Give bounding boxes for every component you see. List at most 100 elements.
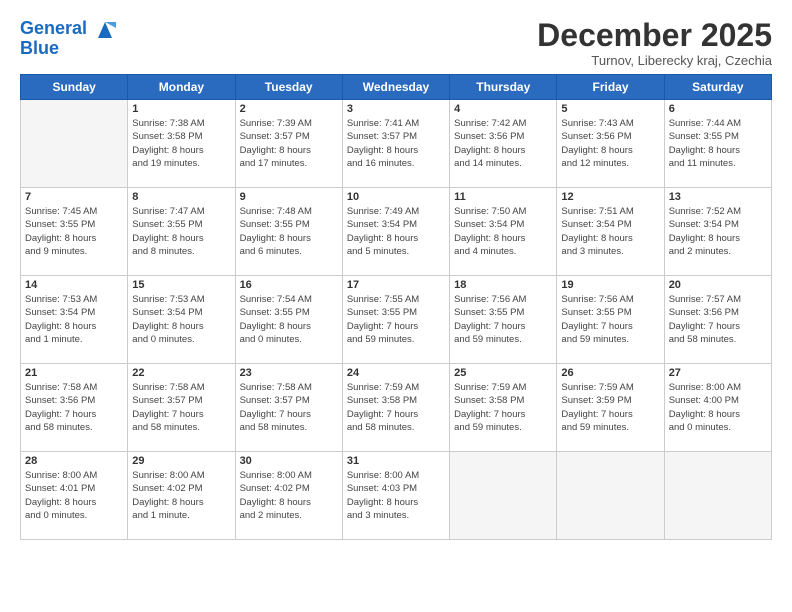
logo-text: General — [20, 18, 116, 39]
day-number: 15 — [132, 279, 230, 291]
day-number: 12 — [561, 191, 659, 203]
day-number: 24 — [347, 367, 445, 379]
calendar-cell: 11 Sunrise: 7:50 AMSunset: 3:54 PMDayligh… — [450, 188, 557, 276]
day-number: 1 — [132, 103, 230, 115]
day-header-monday: Monday — [128, 75, 235, 100]
calendar-cell: 27 Sunrise: 8:00 AMSunset: 4:00 PMDayligh… — [664, 364, 771, 452]
day-number: 2 — [240, 103, 338, 115]
day-number: 13 — [669, 191, 767, 203]
cell-details: Sunrise: 7:47 AMSunset: 3:55 PMDaylight:… — [132, 205, 230, 258]
day-header-friday: Friday — [557, 75, 664, 100]
calendar-cell: 15 Sunrise: 7:53 AMSunset: 3:54 PMDayligh… — [128, 276, 235, 364]
cell-details: Sunrise: 7:53 AMSunset: 3:54 PMDaylight:… — [25, 293, 123, 346]
cell-details: Sunrise: 7:43 AMSunset: 3:56 PMDaylight:… — [561, 117, 659, 170]
day-number: 4 — [454, 103, 552, 115]
title-block: December 2025 Turnov, Liberecky kraj, Cz… — [537, 18, 772, 68]
cell-details: Sunrise: 7:39 AMSunset: 3:57 PMDaylight:… — [240, 117, 338, 170]
day-header-tuesday: Tuesday — [235, 75, 342, 100]
day-number: 21 — [25, 367, 123, 379]
day-number: 3 — [347, 103, 445, 115]
cell-details: Sunrise: 7:42 AMSunset: 3:56 PMDaylight:… — [454, 117, 552, 170]
cell-details: Sunrise: 7:58 AMSunset: 3:57 PMDaylight:… — [240, 381, 338, 434]
calendar-cell: 9 Sunrise: 7:48 AMSunset: 3:55 PMDaylight… — [235, 188, 342, 276]
calendar-cell: 8 Sunrise: 7:47 AMSunset: 3:55 PMDaylight… — [128, 188, 235, 276]
day-number: 8 — [132, 191, 230, 203]
day-number: 30 — [240, 455, 338, 467]
calendar-cell: 25Sunrise: 7:59 AMSunset: 3:58 PMDayligh… — [450, 364, 557, 452]
calendar-cell: 13 Sunrise: 7:52 AMSunset: 3:54 PMDayligh… — [664, 188, 771, 276]
day-number: 11 — [454, 191, 552, 203]
location-subtitle: Turnov, Liberecky kraj, Czechia — [537, 53, 772, 68]
logo-subtext: Blue — [20, 39, 116, 59]
cell-details: Sunrise: 7:55 AMSunset: 3:55 PMDaylight:… — [347, 293, 445, 346]
day-number: 20 — [669, 279, 767, 291]
calendar-cell: 21Sunrise: 7:58 AMSunset: 3:56 PMDayligh… — [21, 364, 128, 452]
day-number: 14 — [25, 279, 123, 291]
cell-details: Sunrise: 7:57 AMSunset: 3:56 PMDaylight:… — [669, 293, 767, 346]
cell-details: Sunrise: 8:00 AMSunset: 4:03 PMDaylight:… — [347, 469, 445, 522]
calendar-cell: 19Sunrise: 7:56 AMSunset: 3:55 PMDayligh… — [557, 276, 664, 364]
cell-details: Sunrise: 7:52 AMSunset: 3:54 PMDaylight:… — [669, 205, 767, 258]
day-number: 17 — [347, 279, 445, 291]
calendar-cell: 4 Sunrise: 7:42 AMSunset: 3:56 PMDaylight… — [450, 100, 557, 188]
cell-details: Sunrise: 8:00 AMSunset: 4:02 PMDaylight:… — [132, 469, 230, 522]
calendar-cell: 29 Sunrise: 8:00 AMSunset: 4:02 PMDayligh… — [128, 452, 235, 540]
calendar-cell: 22 Sunrise: 7:58 AMSunset: 3:57 PMDayligh… — [128, 364, 235, 452]
calendar-cell: 30Sunrise: 8:00 AMSunset: 4:02 PMDayligh… — [235, 452, 342, 540]
calendar-cell: 31Sunrise: 8:00 AMSunset: 4:03 PMDayligh… — [342, 452, 449, 540]
cell-details: Sunrise: 7:38 AMSunset: 3:58 PMDaylight:… — [132, 117, 230, 170]
calendar-cell: 24 Sunrise: 7:59 AMSunset: 3:58 PMDayligh… — [342, 364, 449, 452]
calendar-cell: 28Sunrise: 8:00 AMSunset: 4:01 PMDayligh… — [21, 452, 128, 540]
logo-icon — [94, 20, 116, 38]
cell-details: Sunrise: 7:56 AMSunset: 3:55 PMDaylight:… — [561, 293, 659, 346]
month-title: December 2025 — [537, 18, 772, 53]
day-number: 18 — [454, 279, 552, 291]
cell-details: Sunrise: 7:51 AMSunset: 3:54 PMDaylight:… — [561, 205, 659, 258]
calendar-cell: 16Sunrise: 7:54 AMSunset: 3:55 PMDayligh… — [235, 276, 342, 364]
cell-details: Sunrise: 7:45 AMSunset: 3:55 PMDaylight:… — [25, 205, 123, 258]
calendar-cell: 20 Sunrise: 7:57 AMSunset: 3:56 PMDayligh… — [664, 276, 771, 364]
cell-details: Sunrise: 7:56 AMSunset: 3:55 PMDaylight:… — [454, 293, 552, 346]
day-number: 16 — [240, 279, 338, 291]
cell-details: Sunrise: 7:48 AMSunset: 3:55 PMDaylight:… — [240, 205, 338, 258]
day-number: 9 — [240, 191, 338, 203]
calendar-cell: 14 Sunrise: 7:53 AMSunset: 3:54 PMDayligh… — [21, 276, 128, 364]
day-number: 22 — [132, 367, 230, 379]
calendar-cell: 3 Sunrise: 7:41 AMSunset: 3:57 PMDaylight… — [342, 100, 449, 188]
cell-details: Sunrise: 7:41 AMSunset: 3:57 PMDaylight:… — [347, 117, 445, 170]
cell-details: Sunrise: 7:59 AMSunset: 3:59 PMDaylight:… — [561, 381, 659, 434]
cell-details: Sunrise: 7:50 AMSunset: 3:54 PMDaylight:… — [454, 205, 552, 258]
calendar-cell: 17 Sunrise: 7:55 AMSunset: 3:55 PMDayligh… — [342, 276, 449, 364]
cell-details: Sunrise: 8:00 AMSunset: 4:00 PMDaylight:… — [669, 381, 767, 434]
day-number: 29 — [132, 455, 230, 467]
calendar-cell: 12 Sunrise: 7:51 AMSunset: 3:54 PMDayligh… — [557, 188, 664, 276]
day-number: 5 — [561, 103, 659, 115]
logo: General Blue — [20, 18, 116, 58]
page-header: General Blue December 2025 Turnov, Liber… — [20, 18, 772, 68]
day-number: 25 — [454, 367, 552, 379]
cell-details: Sunrise: 7:49 AMSunset: 3:54 PMDaylight:… — [347, 205, 445, 258]
calendar-cell: 7Sunrise: 7:45 AMSunset: 3:55 PMDaylight… — [21, 188, 128, 276]
calendar-cell — [450, 452, 557, 540]
calendar-cell — [21, 100, 128, 188]
cell-details: Sunrise: 7:59 AMSunset: 3:58 PMDaylight:… — [347, 381, 445, 434]
day-header-wednesday: Wednesday — [342, 75, 449, 100]
cell-details: Sunrise: 7:53 AMSunset: 3:54 PMDaylight:… — [132, 293, 230, 346]
cell-details: Sunrise: 7:44 AMSunset: 3:55 PMDaylight:… — [669, 117, 767, 170]
calendar-cell: 23 Sunrise: 7:58 AMSunset: 3:57 PMDayligh… — [235, 364, 342, 452]
cell-details: Sunrise: 7:58 AMSunset: 3:57 PMDaylight:… — [132, 381, 230, 434]
day-number: 28 — [25, 455, 123, 467]
calendar-cell — [664, 452, 771, 540]
day-header-sunday: Sunday — [21, 75, 128, 100]
day-number: 27 — [669, 367, 767, 379]
calendar-cell: 10 Sunrise: 7:49 AMSunset: 3:54 PMDayligh… — [342, 188, 449, 276]
calendar-table: SundayMondayTuesdayWednesdayThursdayFrid… — [20, 74, 772, 540]
day-header-thursday: Thursday — [450, 75, 557, 100]
calendar-cell: 18 Sunrise: 7:56 AMSunset: 3:55 PMDayligh… — [450, 276, 557, 364]
day-number: 23 — [240, 367, 338, 379]
calendar-cell — [557, 452, 664, 540]
day-number: 10 — [347, 191, 445, 203]
calendar-cell: 26Sunrise: 7:59 AMSunset: 3:59 PMDayligh… — [557, 364, 664, 452]
calendar-cell: 5 Sunrise: 7:43 AMSunset: 3:56 PMDaylight… — [557, 100, 664, 188]
calendar-cell: 2 Sunrise: 7:39 AMSunset: 3:57 PMDaylight… — [235, 100, 342, 188]
